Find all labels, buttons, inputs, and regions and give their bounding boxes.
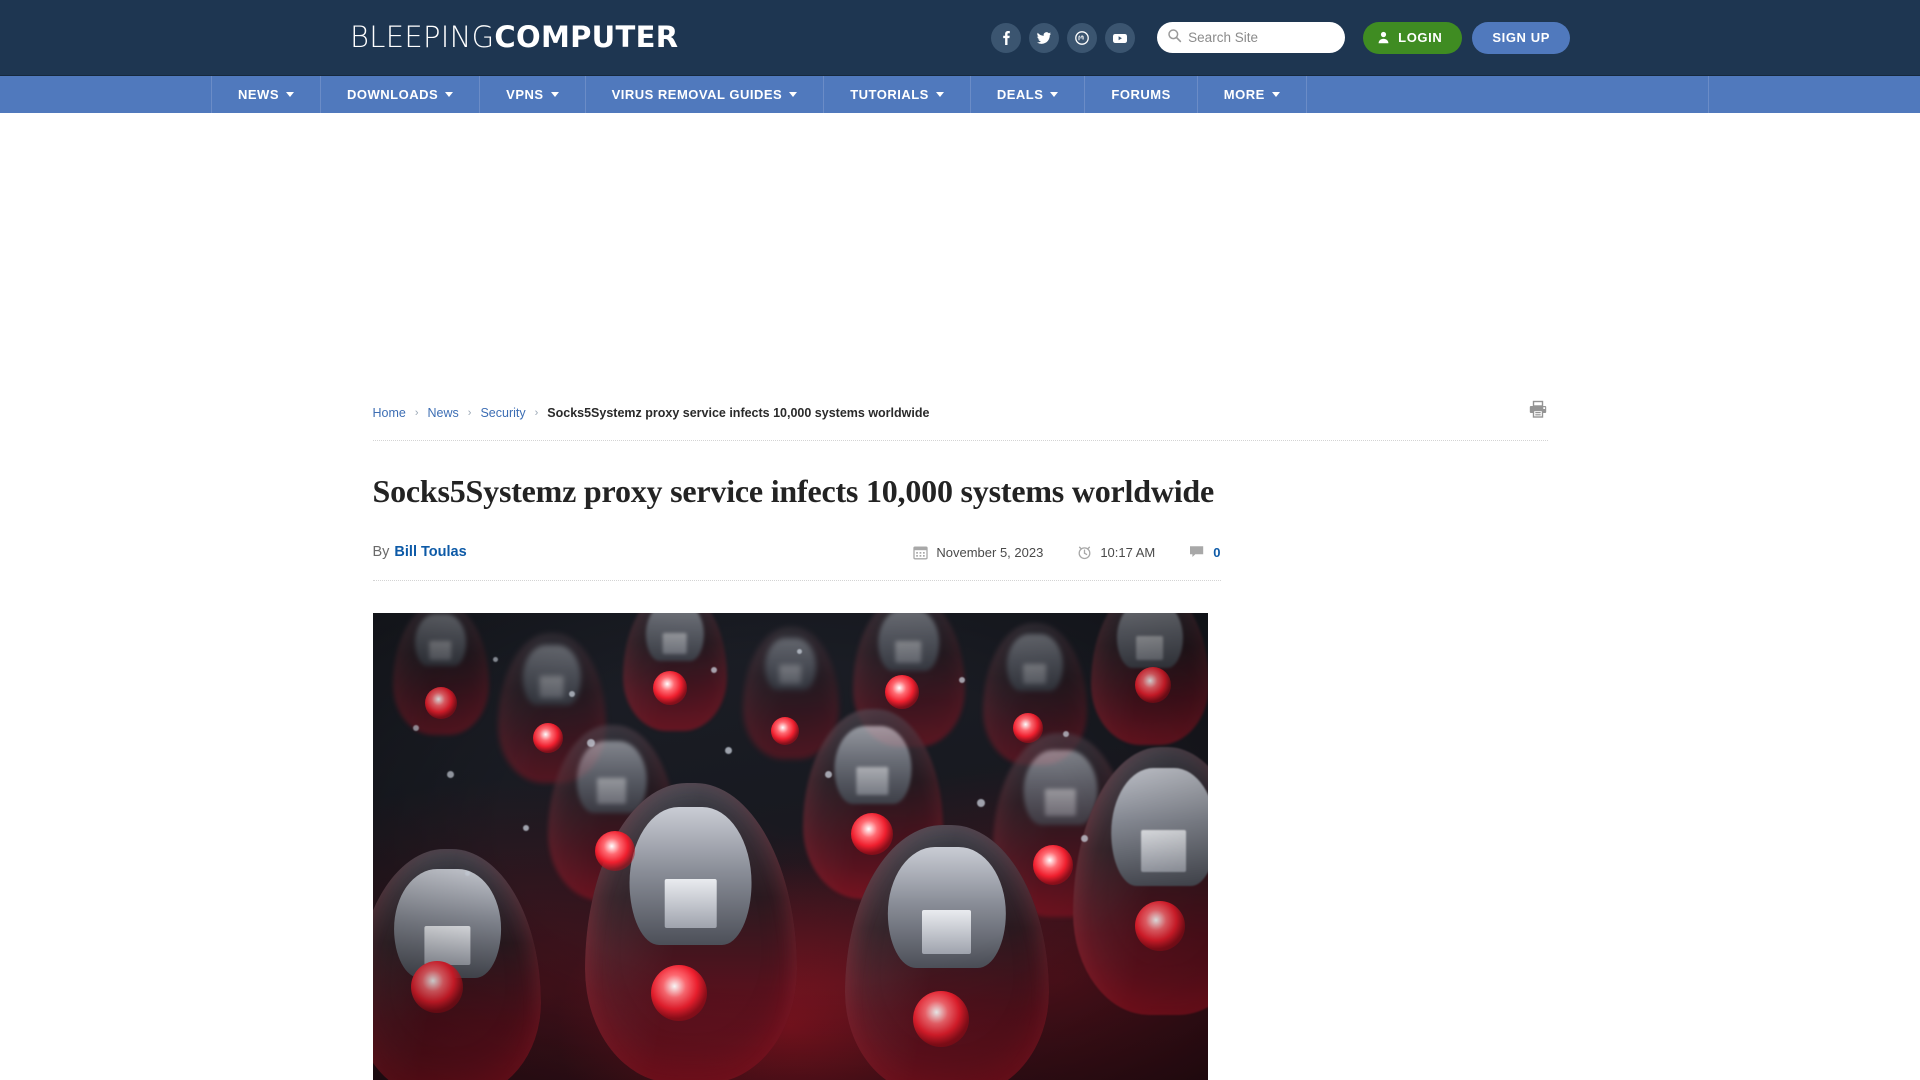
breadcrumb: Home › News › Security › Socks5Systemz proxy s… <box>373 406 930 420</box>
nav-item-label: NEWS <box>238 87 279 102</box>
article-meta: November 5, 2023 10:17 AM 0 <box>879 544 1221 560</box>
chevron-down-icon <box>789 92 798 97</box>
chevron-down-icon <box>1271 92 1280 97</box>
chevron-down-icon <box>1050 92 1059 97</box>
nav-item-label: DEALS <box>996 87 1044 102</box>
byline-divider <box>372 580 1221 581</box>
breadcrumb-separator: › <box>467 406 472 419</box>
breadcrumb-link[interactable]: News <box>428 406 459 420</box>
nav-filler <box>1307 76 1709 113</box>
comment-count[interactable]: 0 <box>1189 544 1221 560</box>
user-icon <box>1377 31 1390 44</box>
comment-icon <box>1189 545 1205 559</box>
by-label: By <box>372 544 390 560</box>
article-page: Home › News › Security › Socks5Systemz proxy s… <box>372 396 1548 1080</box>
page-title: Socks5Systemz proxy service infects 10,0… <box>372 473 1215 509</box>
chevron-down-icon <box>286 92 294 97</box>
mastodon-icon[interactable] <box>1067 22 1098 53</box>
nav-item-label: FORUMS <box>1111 87 1171 102</box>
site-header: BLEEPINGCOMPUTER Search Site LOGIN SIGN … <box>0 0 1920 75</box>
header-right-group: LOGIN SIGN UP <box>991 21 1570 54</box>
facebook-icon[interactable] <box>991 22 1022 53</box>
breadcrumb-link[interactable]: Security <box>480 406 525 420</box>
youtube-icon[interactable] <box>1105 22 1136 53</box>
breadcrumb-divider <box>372 440 1548 441</box>
publish-time-text: 10:17 AM <box>1100 544 1156 560</box>
publish-time: 10:17 AM <box>1077 545 1155 560</box>
chevron-down-icon <box>445 92 454 97</box>
logo-part-computer: COMPUTER <box>494 20 679 54</box>
breadcrumb-row: Home › News › Security › Socks5Systemz proxy s… <box>373 396 1548 430</box>
nav-item-forums[interactable]: FORUMS <box>1085 76 1198 113</box>
signup-button-label: SIGN UP <box>1492 30 1550 45</box>
search-box[interactable] <box>1157 22 1346 53</box>
publish-date: November 5, 2023 <box>913 545 1043 560</box>
nav-item-label: TUTORIALS <box>850 87 929 102</box>
nav-item-label: VPNS <box>506 87 544 102</box>
nav-item-more[interactable]: MORE <box>1198 76 1307 113</box>
breadcrumb-current: Socks5Systemz proxy service infects 10,0… <box>547 406 930 420</box>
article-hero-image <box>372 613 1208 1080</box>
search-input[interactable] <box>1188 30 1336 45</box>
nav-item-news[interactable]: NEWS <box>212 76 321 113</box>
advertisement-slot <box>0 113 1920 396</box>
nav-item-virus-removal-guides[interactable]: VIRUS REMOVAL GUIDES <box>586 76 825 113</box>
breadcrumb-link[interactable]: Home <box>373 406 406 420</box>
nav-item-tutorials[interactable]: TUTORIALS <box>824 76 971 113</box>
main-navigation: NEWS DOWNLOADS VPNS VIRUS REMOVAL GUIDES TUT… <box>0 75 1920 113</box>
logo-part-bleeping: BLEEPING <box>350 20 495 54</box>
nav-item-label: DOWNLOADS <box>347 87 439 102</box>
social-links <box>991 22 1136 53</box>
site-logo[interactable]: BLEEPINGCOMPUTER <box>350 23 678 52</box>
nav-item-label: VIRUS REMOVAL GUIDES <box>611 87 783 102</box>
alarm-clock-icon <box>1077 545 1092 560</box>
breadcrumb-separator: › <box>414 406 419 419</box>
byline-row: By Bill Toulas November 5, 2023 10:17 AM… <box>373 540 1221 564</box>
signup-button[interactable]: SIGN UP <box>1472 21 1570 54</box>
nav-item-deals[interactable]: DEALS <box>971 76 1086 113</box>
twitter-icon[interactable] <box>1029 22 1060 53</box>
login-button[interactable]: LOGIN <box>1363 21 1463 54</box>
calendar-icon <box>913 545 929 560</box>
search-icon <box>1167 28 1182 48</box>
print-icon[interactable] <box>1528 400 1548 424</box>
author-link[interactable]: Bill Toulas <box>394 544 466 560</box>
chevron-down-icon <box>935 92 944 97</box>
breadcrumb-separator: › <box>534 406 539 419</box>
comment-count-text: 0 <box>1213 544 1221 560</box>
login-button-label: LOGIN <box>1398 30 1443 45</box>
chevron-down-icon <box>550 92 559 97</box>
publish-date-text: November 5, 2023 <box>936 544 1044 560</box>
nav-item-label: MORE <box>1223 87 1265 102</box>
nav-item-downloads[interactable]: DOWNLOADS <box>321 76 481 113</box>
nav-item-vpns[interactable]: VPNS <box>480 76 586 113</box>
